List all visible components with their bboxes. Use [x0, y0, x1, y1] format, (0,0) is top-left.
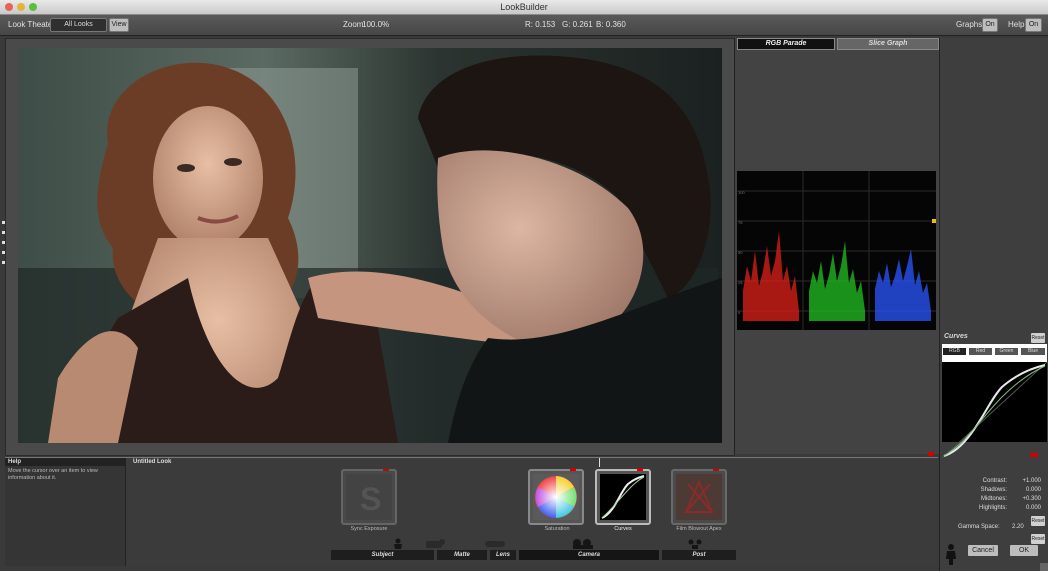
readout-red: R: 0.153	[525, 20, 556, 29]
zoom-value: 100.0%	[362, 20, 390, 29]
stage-camera[interactable]: Camera	[519, 550, 659, 560]
highlights-label: Highlights:	[978, 505, 1007, 511]
toolbar: Look Theater: All Looks View Zoom: 100.0…	[0, 15, 1048, 36]
figure-icon	[944, 543, 958, 565]
look-title: Untitled Look	[133, 459, 172, 465]
curves-title: Curves	[944, 333, 968, 340]
curves-channel-red[interactable]: Red	[969, 348, 992, 355]
sync-exposure-icon: S	[346, 474, 392, 520]
playhead-marker	[599, 458, 600, 467]
curves-channel-green[interactable]: Green	[995, 348, 1018, 355]
sync-exposure-tool[interactable]: S	[341, 468, 397, 525]
film-blowout-icon	[676, 474, 722, 520]
graphs-label: Graphs:	[956, 20, 985, 29]
timeline-marker	[928, 452, 934, 456]
scope-level-marker[interactable]	[932, 219, 936, 223]
graphs-toggle[interactable]: On	[982, 18, 998, 32]
tool-active-marker	[713, 468, 719, 471]
curves-reset-button[interactable]: Reset	[1031, 333, 1045, 343]
svg-text:25: 25	[738, 280, 743, 285]
tool-active-marker	[383, 468, 389, 471]
help-text: Move the cursor over an item to view inf…	[8, 468, 98, 481]
post-stage-icon	[682, 538, 708, 549]
gamma-reset-button[interactable]: Reset	[1031, 534, 1045, 544]
curves-graph[interactable]	[941, 361, 1048, 459]
contrast-value[interactable]: +1.000	[1022, 478, 1041, 484]
svg-text:100: 100	[738, 190, 745, 195]
tab-slice-graph[interactable]: Slice Graph	[837, 38, 939, 50]
viewer-marker	[2, 251, 5, 254]
lens-stage-icon	[482, 538, 508, 549]
svg-text:75: 75	[738, 220, 743, 225]
curves-tool-label: Curves	[614, 526, 632, 532]
curves-params: Contrast: +1.000 Shadows: 0.000 Midtones…	[942, 472, 1047, 512]
saturation-tool[interactable]	[528, 468, 584, 525]
film-frame-image	[18, 48, 722, 443]
scopes-panel: RGB Parade Slice Graph 100 75 50 25 0	[734, 38, 939, 454]
saturation-label: Saturation	[544, 526, 570, 532]
shadows-value[interactable]: 0.000	[1026, 487, 1041, 493]
curve-icon	[600, 474, 646, 520]
midtones-label: Midtones:	[980, 496, 1007, 502]
params-reset-button[interactable]: Reset	[1031, 516, 1045, 526]
curves-channel-blue[interactable]: Blue	[1021, 348, 1045, 355]
ok-button[interactable]: OK	[1010, 545, 1038, 556]
curves-channel-rgb[interactable]: RGB	[943, 348, 966, 355]
gamma-space-label: Gamma Space:	[958, 524, 1000, 530]
curves-tool[interactable]	[595, 468, 651, 525]
cancel-button[interactable]: Cancel	[968, 545, 998, 556]
highlights-value[interactable]: 0.000	[1026, 505, 1041, 511]
tool-active-marker	[637, 468, 643, 471]
shadows-label: Shadows:	[980, 487, 1007, 493]
help-toggle[interactable]: On	[1025, 18, 1042, 32]
rgb-parade-scope: 100 75 50 25 0	[737, 171, 936, 330]
tool-active-marker	[570, 468, 576, 471]
stage-lens[interactable]: Lens	[490, 550, 516, 560]
matte-stage-icon	[422, 538, 448, 549]
resize-grip[interactable]	[1040, 563, 1048, 571]
viewer-marker	[2, 261, 5, 264]
sync-exposure-label: Sync Exposure	[350, 526, 388, 532]
look-editor: Untitled Look S Sync Exposure Saturation…	[130, 458, 938, 566]
readout-green: G: 0.261	[562, 20, 593, 29]
inspector-panel: Curves Reset RGB Red Green Blue Contrast…	[939, 38, 1048, 571]
stage-matte[interactable]: Matte	[437, 550, 487, 560]
curves-red-marker	[1030, 453, 1038, 457]
viewer-marker	[2, 241, 5, 244]
look-theater-select[interactable]: All Looks	[50, 18, 107, 32]
window-title: LookBuilder	[500, 2, 548, 12]
viewer-marker	[2, 231, 5, 234]
gamma-space-value[interactable]: 2.20	[1012, 524, 1024, 530]
help-label: Help:	[1008, 20, 1027, 29]
svg-text:S: S	[360, 481, 381, 517]
camera-stage-icon	[570, 538, 596, 549]
help-title: Help	[5, 458, 125, 466]
readout-blue: B: 0.360	[596, 20, 626, 29]
view-button[interactable]: View	[109, 18, 129, 32]
film-blowout-tool[interactable]	[671, 468, 727, 525]
image-viewer[interactable]	[2, 38, 735, 456]
curves-header: Curves Reset	[942, 332, 1047, 344]
tab-rgb-parade[interactable]: RGB Parade	[737, 38, 835, 50]
stage-post[interactable]: Post	[662, 550, 736, 560]
film-blowout-label: Film Blowout Apex	[676, 526, 722, 532]
contrast-label: Contrast:	[982, 478, 1007, 484]
curves-channel-bar: RGB Red Green Blue	[942, 344, 1047, 362]
bottom-panel: Help Move the cursor over an item to vie…	[5, 457, 938, 566]
stage-subject[interactable]: Subject	[331, 550, 434, 560]
help-panel: Help Move the cursor over an item to vie…	[5, 458, 126, 566]
color-wheel-icon	[533, 474, 579, 520]
midtones-value[interactable]: +0.300	[1022, 496, 1041, 502]
subject-stage-icon	[385, 538, 411, 549]
svg-text:50: 50	[738, 250, 743, 255]
viewer-marker	[2, 221, 5, 224]
title-bar: LookBuilder	[0, 0, 1048, 15]
